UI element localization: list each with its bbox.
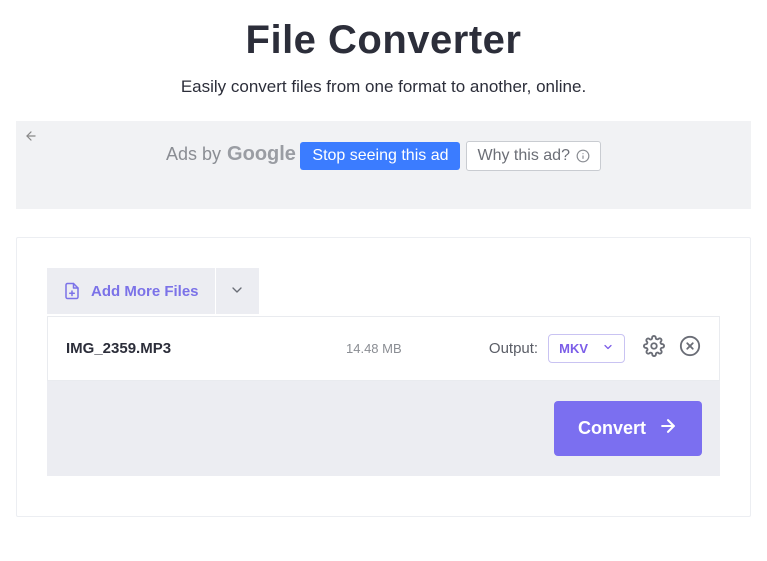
ads-by-text: Ads by [166,144,221,165]
close-circle-icon [679,335,701,362]
why-this-ad-button[interactable]: Why this ad? [466,141,600,171]
remove-file-button[interactable] [679,335,701,362]
page-title: File Converter [0,18,767,63]
ad-provider: Google [227,143,296,166]
output-label: Output: [489,340,538,357]
output-format-value: MKV [559,341,588,356]
chevron-down-icon [229,282,245,301]
page-subtitle: Easily convert files from one format to … [0,77,767,97]
add-file-icon [63,281,81,301]
convert-button[interactable]: Convert [554,401,702,456]
file-row: IMG_2359.MP3 14.48 MB Output: MKV [47,316,720,381]
add-more-files-label: Add More Files [91,283,199,300]
gear-icon [643,335,665,362]
footer-actions: Convert [47,381,720,476]
ad-banner: Ads by Google Stop seeing this ad Why th… [16,121,751,209]
add-more-files-button[interactable]: Add More Files [47,268,215,314]
arrow-right-icon [658,416,678,441]
toolbar: Add More Files [47,268,259,314]
chevron-down-icon [602,341,614,356]
file-name: IMG_2359.MP3 [66,340,346,357]
ad-back-arrow-icon[interactable] [24,129,38,146]
convert-label: Convert [578,418,646,439]
file-size: 14.48 MB [346,341,436,356]
settings-button[interactable] [643,335,665,362]
converter-panel: Add More Files IMG_2359.MP3 14.48 MB Out… [16,237,751,517]
ads-by-line: Ads by Google [166,143,296,166]
output-format-select[interactable]: MKV [548,334,625,363]
stop-seeing-ad-button[interactable]: Stop seeing this ad [300,142,460,170]
why-this-ad-label: Why this ad? [477,147,569,165]
output-group: Output: MKV [489,334,625,363]
add-files-dropdown-button[interactable] [215,268,259,314]
info-icon [576,149,590,163]
